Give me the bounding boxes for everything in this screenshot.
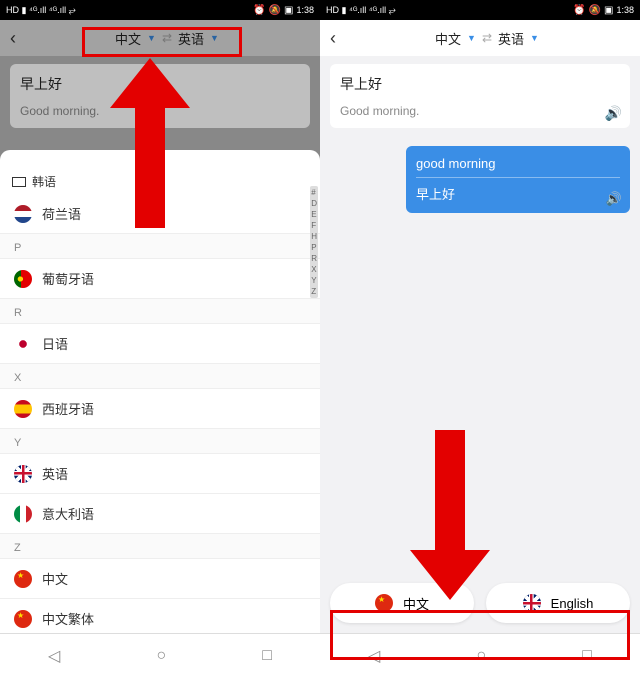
alarm-icon: ⏰ — [573, 5, 585, 16]
nav-recent[interactable]: □ — [262, 647, 272, 665]
language-label: 英语 — [42, 464, 68, 483]
section-header: Z — [0, 534, 320, 559]
index-letter[interactable]: Z — [311, 287, 317, 296]
nav-back[interactable]: ◁ — [48, 646, 60, 666]
flag-icon — [14, 570, 32, 588]
battery-icon: ▣ — [604, 5, 613, 16]
index-letter[interactable]: H — [311, 232, 317, 241]
language-row[interactable]: 日语 — [0, 324, 320, 364]
language-row[interactable]: 意大利语 — [0, 494, 320, 534]
status-left: HD ▮ ⁴ᴳ.ıll ⁴ᴳ.ıll ⥂ — [326, 5, 396, 16]
mute-icon: 🔕 — [269, 5, 281, 16]
dropdown-icon: ▼ — [530, 33, 539, 43]
back-icon[interactable]: ‹ — [330, 28, 336, 49]
index-letter[interactable]: D — [311, 199, 317, 208]
flag-icon — [14, 335, 32, 353]
reply-bubble: good morning 早上好 🔊 — [406, 146, 630, 213]
status-bar: HD ▮ ⁴ᴳ.ıll ⁴ᴳ.ıll ⥂ ⏰ 🔕 ▣ 1:38 — [0, 0, 320, 20]
speaker-icon[interactable]: 🔊 — [606, 191, 622, 207]
reply-src: good morning — [416, 156, 620, 178]
index-letter[interactable]: # — [311, 188, 317, 197]
swap-icon[interactable]: ⇄ — [482, 31, 492, 45]
flag-icon — [14, 205, 32, 223]
flag-icon — [14, 270, 32, 288]
src-lang[interactable]: 中文 — [435, 29, 461, 48]
alpha-index[interactable]: # DEFHPRXYZ — [310, 186, 318, 298]
index-letter[interactable]: R — [311, 254, 317, 263]
reply-dst: 早上好 — [416, 184, 620, 203]
flag-icon — [14, 400, 32, 418]
battery-icon: ▣ — [284, 5, 293, 16]
language-label: 荷兰语 — [42, 204, 81, 223]
translate-card: 早上好 Good morning. 🔊 — [330, 64, 630, 128]
status-left: HD ▮ ⁴ᴳ.ıll ⁴ᴳ.ıll ⥂ — [6, 5, 76, 16]
nav-bar: ◁ ○ □ — [0, 633, 320, 677]
highlight-box — [330, 610, 630, 660]
mute-icon: 🔕 — [589, 5, 601, 16]
language-label: 葡萄牙语 — [42, 269, 94, 288]
section-header: R — [0, 299, 320, 324]
index-letter[interactable]: Y — [311, 276, 317, 285]
nav-home[interactable]: ○ — [156, 647, 166, 665]
dst-lang[interactable]: 英语 — [498, 29, 524, 48]
language-row[interactable]: 葡萄牙语 — [0, 259, 320, 299]
arrow-up-icon — [100, 48, 200, 238]
language-label: 日语 — [42, 334, 68, 353]
status-bar: HD ▮ ⁴ᴳ.ıll ⁴ᴳ.ıll ⥂ ⏰ 🔕 ▣ 1:38 — [320, 0, 640, 20]
language-row[interactable]: 中文繁体 — [0, 599, 320, 633]
section-header: Y — [0, 429, 320, 454]
language-label: 意大利语 — [42, 504, 94, 523]
clock: 1:38 — [296, 5, 314, 15]
source-text: 早上好 — [340, 74, 620, 94]
dest-text: Good morning. — [340, 104, 620, 118]
top-bar: ‹ 中文 ▼ ⇄ 英语 ▼ — [320, 20, 640, 56]
flag-icon — [14, 610, 32, 628]
language-picker[interactable]: 中文 ▼ ⇄ 英语 ▼ — [344, 29, 630, 48]
flag-icon — [14, 505, 32, 523]
index-letter[interactable]: E — [311, 210, 317, 219]
back-icon[interactable]: ‹ — [10, 28, 16, 49]
language-label: 西班牙语 — [42, 399, 94, 418]
language-label: 中文繁体 — [42, 609, 94, 628]
index-letter[interactable]: X — [311, 265, 317, 274]
speaker-icon[interactable]: 🔊 — [605, 105, 622, 122]
language-row[interactable]: 西班牙语 — [0, 389, 320, 429]
flag-icon — [14, 465, 32, 483]
alarm-icon: ⏰ — [253, 5, 265, 16]
language-row[interactable]: 英语 — [0, 454, 320, 494]
clock: 1:38 — [616, 5, 634, 15]
index-letter[interactable]: F — [311, 221, 317, 230]
index-letter[interactable]: P — [311, 243, 317, 252]
language-label: 中文 — [42, 569, 68, 588]
language-list[interactable]: 荷兰语 P 葡萄牙语 R 日语 X 西班牙语 Y 英语意大利语 Z 中文中文繁体 — [0, 194, 320, 633]
arrow-down-icon — [400, 420, 500, 610]
language-row[interactable]: 中文 — [0, 559, 320, 599]
dropdown-icon: ▼ — [467, 33, 476, 43]
section-header: X — [0, 364, 320, 389]
